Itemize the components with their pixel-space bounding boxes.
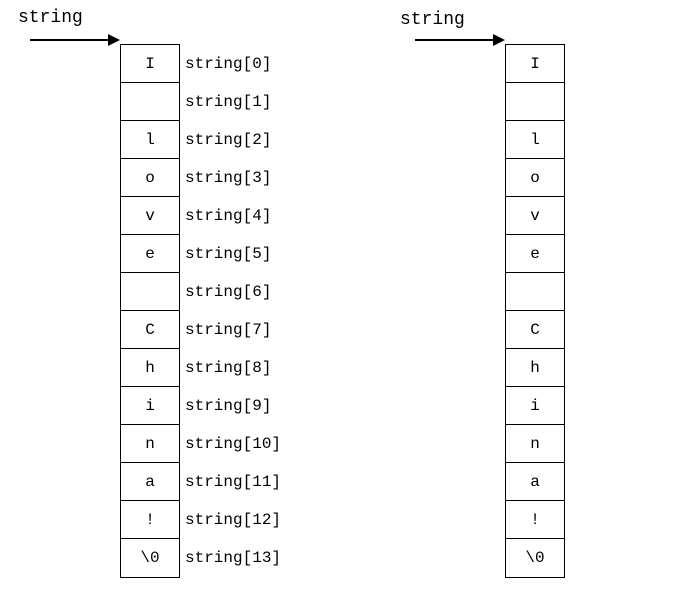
array-cell: h	[506, 349, 564, 387]
array-cell	[506, 83, 564, 121]
array-cell: Cstring[7]	[121, 311, 179, 349]
array-cell: nstring[10]	[121, 425, 179, 463]
array-cell: string[6]	[121, 273, 179, 311]
array-cell: a	[506, 463, 564, 501]
right-array-column: Il o v e Ch i n a! \0	[505, 44, 565, 578]
right-pointer-label: string	[400, 10, 465, 30]
array-cell: Istring[0]	[121, 45, 179, 83]
cell-char: C	[530, 322, 540, 338]
cell-index-label: string[0]	[185, 56, 271, 72]
cell-char: l	[530, 132, 540, 148]
cell-char: o	[530, 170, 540, 186]
cell-char: h	[145, 360, 155, 376]
array-cell: \0	[506, 539, 564, 577]
cell-index-label: string[5]	[185, 246, 271, 262]
array-cell	[506, 273, 564, 311]
cell-char: n	[145, 436, 155, 452]
cell-index-label: string[6]	[185, 284, 271, 300]
right-pointer-arrow	[415, 34, 505, 46]
array-cell: hstring[8]	[121, 349, 179, 387]
cell-char: e	[145, 246, 155, 262]
cell-index-label: string[11]	[185, 474, 281, 490]
cell-index-label: string[10]	[185, 436, 281, 452]
cell-char: v	[145, 208, 155, 224]
cell-index-label: string[3]	[185, 170, 271, 186]
cell-index-label: string[1]	[185, 94, 271, 110]
array-cell: !string[12]	[121, 501, 179, 539]
cell-char: \0	[525, 550, 544, 566]
array-cell: !	[506, 501, 564, 539]
cell-index-label: string[13]	[185, 550, 281, 566]
array-cell: n	[506, 425, 564, 463]
cell-index-label: string[2]	[185, 132, 271, 148]
array-cell: istring[9]	[121, 387, 179, 425]
array-cell: i	[506, 387, 564, 425]
cell-char: i	[145, 398, 155, 414]
left-pointer-label: string	[18, 8, 83, 28]
left-array-column: Istring[0]string[1]lstring[2]ostring[3]v…	[120, 44, 180, 578]
cell-char: !	[145, 512, 155, 528]
array-cell: e	[506, 235, 564, 273]
cell-char: v	[530, 208, 540, 224]
array-cell: C	[506, 311, 564, 349]
cell-index-label: string[12]	[185, 512, 281, 528]
cell-char: I	[145, 56, 155, 72]
array-cell: vstring[4]	[121, 197, 179, 235]
cell-char: n	[530, 436, 540, 452]
diagram-stage: string Istring[0]string[1]lstring[2]ostr…	[0, 0, 696, 597]
array-cell: o	[506, 159, 564, 197]
array-cell: I	[506, 45, 564, 83]
cell-index-label: string[9]	[185, 398, 271, 414]
cell-char: e	[530, 246, 540, 262]
cell-char: i	[530, 398, 540, 414]
array-cell: ostring[3]	[121, 159, 179, 197]
array-cell: v	[506, 197, 564, 235]
cell-char: C	[145, 322, 155, 338]
cell-index-label: string[7]	[185, 322, 271, 338]
cell-char: a	[530, 474, 540, 490]
cell-char: I	[530, 56, 540, 72]
cell-char: h	[530, 360, 540, 376]
array-cell: lstring[2]	[121, 121, 179, 159]
array-cell: \0string[13]	[121, 539, 179, 577]
array-cell: string[1]	[121, 83, 179, 121]
array-cell: l	[506, 121, 564, 159]
array-cell: astring[11]	[121, 463, 179, 501]
left-pointer-arrow	[30, 34, 120, 46]
array-cell: estring[5]	[121, 235, 179, 273]
cell-char: o	[145, 170, 155, 186]
cell-char: l	[145, 132, 155, 148]
cell-char: !	[530, 512, 540, 528]
cell-char: \0	[140, 550, 159, 566]
cell-char: a	[145, 474, 155, 490]
cell-index-label: string[8]	[185, 360, 271, 376]
cell-index-label: string[4]	[185, 208, 271, 224]
